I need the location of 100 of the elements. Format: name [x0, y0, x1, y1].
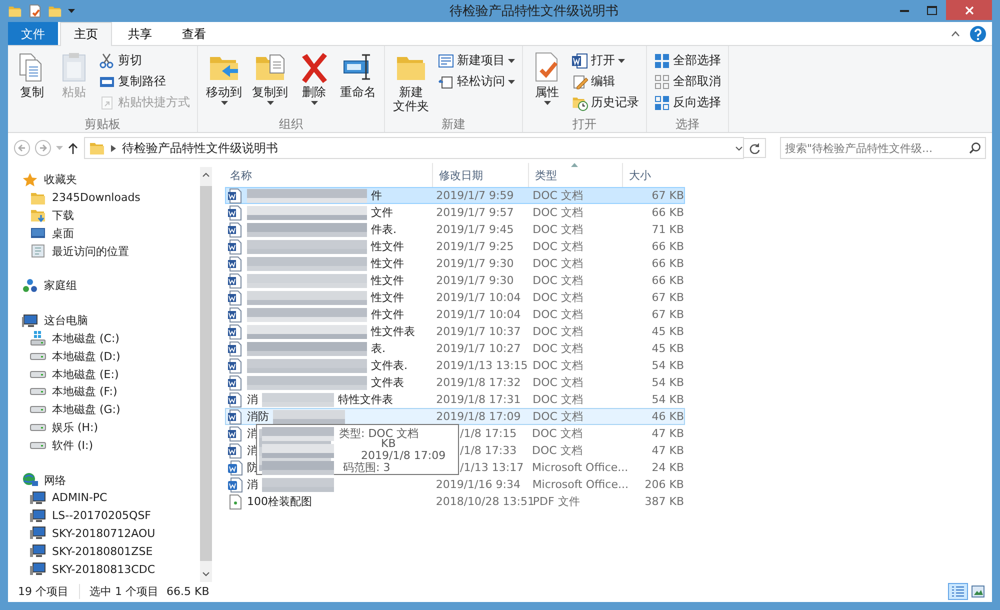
group-label: 新建 — [440, 116, 466, 132]
file-name: 文件表. — [371, 358, 408, 373]
ribbon-button[interactable]: 属性 — [528, 49, 566, 116]
nav-item[interactable]: 本地磁盘 (D:) — [8, 347, 120, 366]
ribbon-button[interactable]: 复制到 — [249, 49, 291, 116]
date-cell-text: 2019/1/7 10:04 — [435, 308, 522, 321]
type-cell-text: DOC 文档 — [532, 239, 584, 254]
nav-item[interactable]: 下载 — [8, 206, 74, 224]
size-cell-text: 66 KB — [650, 257, 684, 270]
nav-item[interactable]: 网络 — [8, 471, 66, 489]
type-cell-text: DOC 文档 — [532, 358, 584, 373]
size-cell-text: 54 KB — [650, 393, 684, 406]
group-label: 剪贴板 — [84, 116, 122, 132]
size-cell-text: 24 KB — [650, 461, 684, 474]
size-cell-text: 387 KB — [644, 495, 684, 508]
file-name: 件 — [371, 188, 382, 203]
type-cell-text: DOC 文档 — [532, 392, 584, 407]
ribbon-button[interactable]: 历史记录 — [570, 93, 641, 112]
date-cell-text: 2019/1/8 17:32 — [435, 376, 522, 389]
nav-item[interactable]: ADMIN-PC — [8, 488, 108, 507]
size-cell-text: 45 KB — [650, 342, 684, 355]
file-row[interactable]: 消防 2019/1/8 17:09 DOC 文档 46 KB — [225, 408, 685, 425]
selection-info: 选中 1 个项目 — [90, 584, 158, 598]
nav-item[interactable]: 桌面 — [8, 224, 74, 242]
file-name: 性文件 — [371, 239, 404, 254]
group-label: 组织 — [278, 116, 304, 132]
type-cell-text: DOC 文档 — [532, 375, 584, 390]
nav-item[interactable]: 最近访问的位置 — [8, 242, 129, 260]
size-cell-text: 47 KB — [650, 444, 684, 457]
ribbon-button[interactable]: 编辑 — [570, 72, 641, 91]
ribbon-button[interactable]: 删除 — [295, 49, 333, 116]
size-cell-text: 54 KB — [650, 359, 684, 372]
size-cell-text: 47 KB — [650, 427, 684, 440]
ribbon-button[interactable]: 全部选择 — [652, 51, 723, 70]
ribbon-tab[interactable]: 文件 — [8, 22, 58, 45]
file-name: 消 — [247, 477, 258, 492]
date-cell-text: /1/13 13:17 — [460, 461, 525, 474]
ribbon-button[interactable]: 复制路径 — [97, 72, 192, 91]
file-name: 消防 — [247, 409, 269, 424]
size-cell-text: 66 KB — [650, 206, 684, 219]
type-cell-text: DOC 文档 — [532, 256, 584, 271]
ribbon-tab[interactable]: 主页 — [60, 22, 112, 46]
ribbon-button[interactable]: 新建项目 — [436, 51, 517, 70]
tooltip-text: 2019/1/8 17:09 — [361, 449, 446, 462]
nav-item[interactable]: SKY-20180712AOU — [8, 524, 156, 542]
date-cell-text: 2019/1/7 9:45 — [435, 223, 515, 236]
ribbon-button[interactable]: 新建 文件夹 — [390, 49, 432, 116]
nav-item[interactable]: LS--20170205QSF — [8, 506, 152, 525]
size-cell-text: 206 KB — [644, 478, 684, 491]
nav-item[interactable]: 家庭组 — [8, 276, 77, 295]
nav-item[interactable]: 娱乐 (H:) — [8, 418, 98, 436]
file-row[interactable]: 件 2019/1/7 9:59 DOC 文档 67 KB — [225, 187, 685, 204]
tooltip-text: 类型: DOC 文档 — [339, 426, 419, 440]
group-label: 选择 — [674, 116, 700, 132]
ribbon-button[interactable]: 重命名 — [337, 49, 379, 116]
nav-item[interactable]: 收藏夹 — [8, 171, 77, 189]
file-name: 件表. — [371, 222, 396, 237]
size-cell-text: 67 KB — [650, 189, 684, 202]
nav-item[interactable]: 本地磁盘 (E:) — [8, 365, 119, 383]
nav-item[interactable]: SKY-20180801ZSE — [8, 542, 153, 560]
nav-item[interactable]: 这台电脑 — [8, 312, 88, 330]
date-cell-text: 2019/1/7 9:25 — [435, 240, 515, 253]
address-path[interactable]: 待检验产品特性文件级说明书 — [122, 140, 729, 156]
nav-item[interactable]: 软件 (I:) — [8, 436, 94, 454]
nav-item[interactable]: 2345Downloads — [8, 188, 140, 207]
search-field[interactable]: 搜索"待检验产品特性文件级... — [780, 137, 986, 159]
type-cell-text: PDF 文件 — [532, 494, 581, 509]
ribbon-button[interactable]: 剪切 — [97, 51, 192, 70]
type-cell-text: DOC 文档 — [532, 307, 584, 322]
ribbon-button[interactable]: 轻松访问 — [436, 72, 517, 91]
file-name: 文件表 — [371, 375, 404, 390]
type-cell-text: DOC 文档 — [532, 205, 584, 220]
ribbon-button[interactable]: 打开 — [570, 51, 641, 70]
size-cell-text: 45 KB — [650, 325, 684, 338]
size-cell-text: 67 KB — [650, 291, 684, 304]
nav-item[interactable]: 本地磁盘 (G:) — [8, 400, 120, 419]
date-cell-text: 2019/1/7 9:59 — [435, 189, 515, 202]
window-title: 待检验产品特性文件级说明书 — [448, 3, 620, 20]
date-cell-text: 2019/1/16 9:34 — [434, 478, 522, 491]
ribbon-button[interactable]: 移动到 — [203, 49, 245, 116]
date-cell-text: 2019/1/8 17:09 — [435, 410, 522, 423]
tooltip-text: KB — [381, 437, 396, 450]
ribbon-button[interactable]: 全部取消 — [652, 72, 723, 91]
type-cell-text: DOC 文档 — [532, 222, 584, 237]
item-count: 19 个项目 — [18, 584, 80, 598]
nav-item[interactable]: SKY-20180813CDC — [8, 560, 156, 578]
date-cell-text: 2019/1/8 17:31 — [435, 393, 522, 406]
type-cell-text: DOC 文档 — [532, 324, 584, 339]
type-cell-text: DOC 文档 — [532, 273, 584, 288]
ribbon-button[interactable]: 复制 — [13, 49, 51, 116]
size-cell-text: 46 KB — [650, 410, 684, 423]
nav-item[interactable]: 本地磁盘 (F:) — [8, 382, 118, 401]
size-cell-text: 66 KB — [650, 240, 684, 253]
address-bar[interactable]: 待检验产品特性文件级说明书 — [84, 137, 744, 159]
type-cell-text: DOC 文档 — [531, 426, 584, 441]
ribbon-button[interactable]: 反向选择 — [652, 93, 723, 112]
date-cell-text: 2018/10/28 13:51 — [434, 495, 532, 508]
type-cell: Microsoft Office... — [531, 461, 626, 474]
nav-item[interactable]: 本地磁盘 (C:) — [8, 330, 120, 348]
type-cell-text: DOC 文档 — [532, 290, 584, 305]
